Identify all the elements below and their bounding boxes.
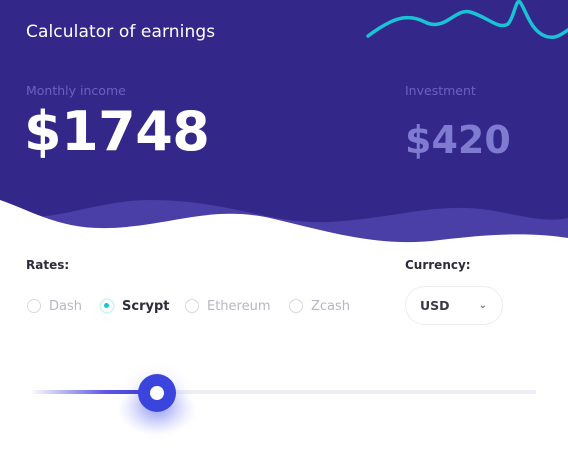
rate-option-scrypt[interactable]: Scrypt: [100, 296, 169, 316]
page-title: Calculator of earnings: [26, 22, 216, 42]
rates-label: Rates:: [26, 258, 70, 272]
slider-thumb-dot: [149, 386, 164, 400]
header-panel: Calculator of earnings Monthly income $1…: [0, 0, 568, 250]
radio-zcash[interactable]: [289, 299, 303, 313]
rate-option-ethereum[interactable]: Ethereum: [185, 296, 271, 316]
currency-label: Currency:: [405, 258, 471, 272]
rate-option-zcash[interactable]: Zcash: [289, 296, 350, 316]
radio-scrypt[interactable]: [100, 299, 114, 313]
currency-selected-value: USD: [420, 298, 450, 313]
rate-option-label: Ethereum: [207, 298, 271, 314]
investment-label: Investment: [405, 83, 476, 98]
amount-slider-thumb[interactable]: [137, 374, 176, 412]
chevron-down-icon: ⌄: [478, 300, 487, 311]
monthly-income-value: $1748: [24, 100, 210, 163]
radio-ethereum[interactable]: [185, 299, 199, 313]
investment-value: $420: [405, 118, 511, 162]
currency-select[interactable]: USD ⌄: [405, 286, 503, 325]
rate-option-dash[interactable]: Dash: [27, 296, 82, 316]
rate-option-label: Zcash: [311, 298, 351, 314]
rate-option-label: Dash: [49, 298, 82, 314]
monthly-income-label: Monthly income: [26, 83, 126, 98]
rate-option-label: Scrypt: [122, 298, 170, 314]
earnings-calculator-card: Calculator of earnings Monthly income $1…: [0, 0, 568, 461]
trend-line-graphic: [366, 0, 568, 40]
radio-dash[interactable]: [27, 299, 41, 313]
